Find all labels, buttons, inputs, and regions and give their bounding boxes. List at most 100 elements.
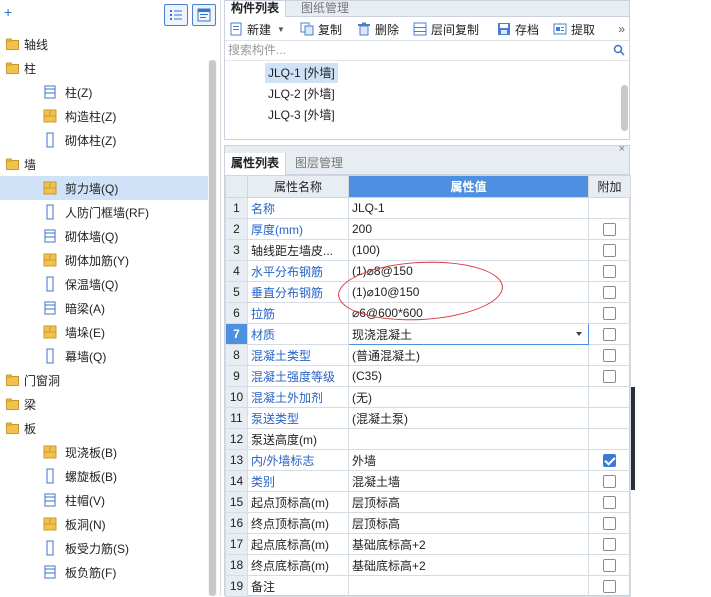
tree-category[interactable]: 轴线 — [0, 32, 208, 56]
extra-checkbox[interactable] — [603, 454, 616, 468]
tree-item[interactable]: 砌体加筋(Y) — [0, 248, 208, 272]
chevron-down-icon[interactable]: ▼ — [277, 25, 285, 34]
table-row[interactable]: 9 混凝土强度等级 (C35) — [225, 365, 631, 387]
extra-checkbox[interactable] — [603, 559, 616, 573]
list-item[interactable]: JLQ-1 [外墙] — [265, 63, 338, 83]
extra-checkbox[interactable] — [603, 475, 616, 489]
new-button[interactable]: 新建 ▼ — [229, 20, 285, 38]
add-sparkle-icon[interactable]: + — [4, 4, 20, 20]
tree-category[interactable]: 墙 — [0, 152, 208, 176]
more-tools-button[interactable]: » — [618, 20, 625, 38]
component-list-scrollbar[interactable] — [621, 61, 628, 131]
tree-item[interactable]: 墙垛(E) — [0, 320, 208, 344]
tree-item[interactable]: 保温墙(Q) — [0, 272, 208, 296]
save-button[interactable]: 存档 — [497, 20, 539, 38]
tab-drawing-management[interactable]: 图纸管理 — [295, 1, 355, 17]
property-value-cell[interactable]: 层顶标高 — [348, 491, 589, 513]
tree-item[interactable]: 现浇板(B) — [0, 440, 208, 464]
table-row[interactable]: 16 终点顶标高(m) 层顶标高 — [225, 512, 631, 534]
property-value-cell[interactable] — [348, 428, 589, 450]
tab-component-list[interactable]: 构件列表 — [225, 1, 287, 17]
right-edge-handle[interactable] — [631, 387, 635, 490]
property-value-cell[interactable]: (1)⌀8@150 — [348, 260, 589, 282]
extra-checkbox[interactable] — [603, 328, 616, 342]
tree-item[interactable]: 构造柱(Z) — [0, 104, 208, 128]
tree-category[interactable]: 梁 — [0, 392, 208, 416]
property-value-cell[interactable]: (C35) — [348, 365, 589, 387]
tree-item[interactable]: 板负筋(F) — [0, 560, 208, 584]
table-row[interactable]: 3 轴线距左墙皮... (100) — [225, 239, 631, 261]
table-row[interactable]: 4 水平分布钢筋 (1)⌀8@150 — [225, 260, 631, 282]
property-value-cell[interactable]: 混凝土墙 — [348, 470, 589, 492]
table-row[interactable]: 5 垂直分布钢筋 (1)⌀10@150 — [225, 281, 631, 303]
property-value-cell[interactable]: (无) — [348, 386, 589, 408]
table-row[interactable]: 2 厚度(mm) 200 — [225, 218, 631, 240]
delete-button[interactable]: 删除 — [357, 20, 399, 38]
tree-item[interactable]: 暗梁(A) — [0, 296, 208, 320]
property-value-cell[interactable]: 基础底标高+2 — [348, 533, 589, 555]
extra-checkbox[interactable] — [603, 538, 616, 552]
tree-category[interactable]: 板 — [0, 416, 208, 440]
table-row[interactable]: 13 内/外墙标志 外墙 — [225, 449, 631, 471]
property-value-header[interactable]: 属性值 — [348, 175, 589, 198]
property-value-cell[interactable]: (混凝土泵) — [348, 407, 589, 429]
property-extra-header[interactable]: 附加 — [588, 175, 631, 198]
table-row[interactable]: 10 混凝土外加剂 (无) — [225, 386, 631, 408]
tree-item[interactable]: 剪力墙(Q) — [0, 176, 208, 200]
detail-view-button[interactable] — [192, 4, 216, 26]
extra-checkbox[interactable] — [603, 370, 616, 384]
property-value-cell[interactable]: ⌀6@600*600 — [348, 302, 589, 324]
extra-checkbox[interactable] — [603, 496, 616, 510]
search-icon[interactable] — [613, 44, 625, 56]
table-row[interactable]: 8 混凝土类型 (普通混凝土) — [225, 344, 631, 366]
extra-checkbox[interactable] — [603, 580, 616, 594]
tab-property-list[interactable]: 属性列表 — [225, 153, 287, 175]
chevron-down-icon[interactable] — [576, 332, 582, 336]
extra-checkbox[interactable] — [603, 265, 616, 279]
table-row[interactable]: 18 终点底标高(m) 基础底标高+2 — [225, 554, 631, 576]
tree-item[interactable]: 幕墙(Q) — [0, 344, 208, 368]
table-row[interactable]: 6 拉筋 ⌀6@600*600 — [225, 302, 631, 324]
property-value-dropdown[interactable]: 现浇混凝土 — [348, 323, 589, 345]
list-view-button[interactable] — [164, 4, 188, 26]
property-value-cell[interactable]: (100) — [348, 239, 589, 261]
property-value-cell[interactable]: (普通混凝土) — [348, 344, 589, 366]
table-row[interactable]: 7 材质 现浇混凝土 — [225, 323, 631, 345]
tree-item[interactable]: 板洞(N) — [0, 512, 208, 536]
extra-checkbox[interactable] — [603, 517, 616, 531]
component-search-input[interactable] — [228, 41, 608, 59]
table-row[interactable]: 1 名称 JLQ-1 — [225, 197, 631, 219]
tree-item[interactable]: 螺旋板(B) — [0, 464, 208, 488]
property-value-cell[interactable]: (1)⌀10@150 — [348, 281, 589, 303]
extra-checkbox[interactable] — [603, 307, 616, 321]
property-name-header[interactable]: 属性名称 — [247, 175, 349, 198]
extract-button[interactable]: 提取 — [553, 20, 595, 38]
tab-layer-management[interactable]: 图层管理 — [289, 153, 349, 175]
extra-checkbox[interactable] — [603, 244, 616, 258]
component-list-scrollbar-thumb[interactable] — [621, 85, 628, 131]
tree-item[interactable]: 砌体柱(Z) — [0, 128, 208, 152]
property-value-cell[interactable]: JLQ-1 — [348, 197, 589, 219]
table-row[interactable]: 15 起点顶标高(m) 层顶标高 — [225, 491, 631, 513]
property-value-cell[interactable] — [348, 575, 589, 597]
property-value-cell[interactable]: 外墙 — [348, 449, 589, 471]
tree-scrollbar[interactable] — [208, 60, 217, 596]
tree-item[interactable]: 人防门框墙(RF) — [0, 200, 208, 224]
copy-button[interactable]: 复制 — [300, 20, 342, 38]
table-row[interactable]: 19 备注 — [225, 575, 631, 597]
tree-item[interactable]: 柱(Z) — [0, 80, 208, 104]
extra-checkbox[interactable] — [603, 223, 616, 237]
floor-copy-button[interactable]: 层间复制 — [413, 20, 479, 38]
tree-item[interactable]: 砌体墙(Q) — [0, 224, 208, 248]
extra-checkbox[interactable] — [603, 286, 616, 300]
table-row[interactable]: 12 泵送高度(m) — [225, 428, 631, 450]
property-value-cell[interactable]: 基础底标高+2 — [348, 554, 589, 576]
table-row[interactable]: 14 类别 混凝土墙 — [225, 470, 631, 492]
tree-item[interactable]: 柱帽(V) — [0, 488, 208, 512]
list-item[interactable]: JLQ-3 [外墙] — [265, 105, 338, 125]
tree-category[interactable]: 门窗洞 — [0, 368, 208, 392]
list-item[interactable]: JLQ-2 [外墙] — [265, 84, 338, 104]
extra-checkbox[interactable] — [603, 349, 616, 363]
property-value-cell[interactable]: 层顶标高 — [348, 512, 589, 534]
property-value-cell[interactable]: 200 — [348, 218, 589, 240]
